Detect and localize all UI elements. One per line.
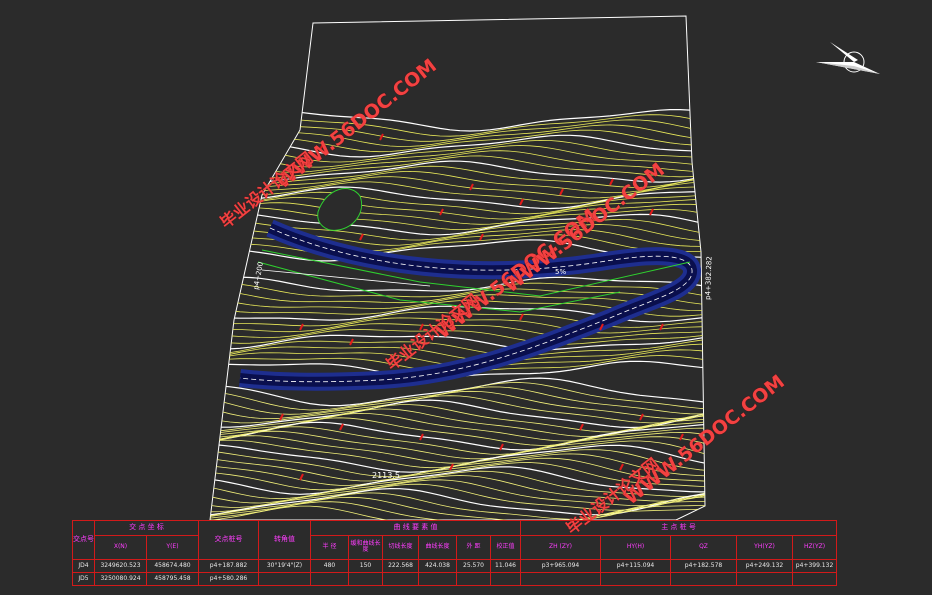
header-angle: 转角值	[258, 519, 311, 561]
tree-marker	[379, 133, 384, 141]
header-curve-elements: 曲 线 要 素 值	[310, 520, 521, 536]
header-seq: 交点号	[72, 519, 95, 561]
header-y: Y(E)	[146, 534, 199, 561]
header-x: X(N)	[94, 534, 147, 561]
cell-curve-length	[418, 571, 457, 587]
tree-marker	[639, 413, 644, 421]
cell-y: 458674.480	[146, 559, 199, 573]
cell-x: 3250080.924	[94, 571, 147, 587]
cell-spiral-length: 150	[348, 559, 383, 573]
cell-station: p4+187.882	[198, 559, 259, 573]
tree-marker	[419, 433, 424, 441]
tree-marker	[279, 413, 284, 421]
tree-marker	[449, 463, 454, 471]
tree-marker	[559, 188, 564, 196]
tree-marker	[469, 183, 474, 191]
cell-qz: p4+182.578	[670, 559, 737, 573]
cell-x: 3249620.523	[94, 559, 147, 573]
header-qz: QZ	[670, 534, 737, 561]
cell-angle: 30°19'4"(Z)	[258, 559, 311, 573]
cell-station: p4+580.286	[198, 571, 259, 587]
header-radius: 半 径	[310, 534, 349, 561]
tree-marker	[299, 473, 304, 481]
header-hy: HY(H)	[600, 534, 671, 561]
north-arrow-icon	[816, 42, 880, 74]
cell-seq: JD5	[72, 571, 95, 587]
cell-radius	[310, 571, 349, 587]
header-station: 交点桩号	[198, 519, 259, 561]
elevation-label: 2113.5	[372, 471, 400, 480]
tree-marker	[349, 338, 354, 346]
tree-marker	[519, 313, 524, 321]
cell-qz	[670, 571, 737, 587]
chainage-left-label: p4+200	[252, 261, 265, 290]
header-external: 外 距	[456, 534, 491, 561]
table-header-row-1: 交点号 交 点 坐 标 交点桩号 转角值 曲 线 要 素 值 主 点 桩 号	[72, 519, 838, 561]
cell-yh: p4+249.132	[736, 559, 793, 573]
contour-line	[210, 386, 705, 415]
cell-hy: p4+115.094	[600, 559, 671, 573]
cell-hz	[791, 571, 838, 587]
cell-spiral-length	[348, 571, 383, 587]
cell-zh	[520, 571, 601, 587]
tree-marker	[609, 178, 614, 186]
table-header-row-2: X(N) Y(E) 半 径 缓和曲线长度 切线长度 曲线长度 外 距 校正值 Z…	[73, 534, 838, 561]
road-grade-label: 5%	[555, 268, 566, 276]
contour-line	[210, 276, 705, 292]
cell-seq: JD4	[72, 559, 95, 573]
header-yh: YH(YZ)	[736, 534, 793, 561]
pond-outline	[317, 188, 362, 231]
cell-radius: 480	[310, 559, 349, 573]
cell-zh: p3+965.094	[520, 559, 601, 573]
contour-line	[210, 395, 705, 424]
header-hz: HZ(YZ)	[791, 534, 838, 561]
cell-y: 458795.458	[146, 571, 199, 587]
table-row: JD4 3249620.523 458674.480 p4+187.882 30…	[72, 559, 838, 573]
contour-line	[210, 129, 705, 153]
cell-correction	[490, 571, 521, 587]
cell-tangent: 222.568	[382, 559, 419, 573]
cell-angle	[258, 571, 311, 587]
tree-marker	[299, 323, 304, 331]
cell-correction: 11.046	[490, 559, 521, 573]
cell-tangent	[382, 571, 419, 587]
curve-elements-table: 交点号 交 点 坐 标 交点桩号 转角值 曲 线 要 素 值 主 点 桩 号 X…	[72, 519, 838, 587]
contour-line	[210, 139, 705, 163]
header-coord: 交 点 坐 标	[94, 520, 199, 536]
tree-marker	[339, 423, 344, 431]
cell-curve-length: 424.038	[418, 559, 457, 573]
header-spiral-length: 缓和曲线长度	[348, 534, 383, 561]
header-main-points: 主 点 桩 号	[519, 520, 838, 536]
tree-marker	[359, 233, 364, 241]
header-zh: ZH (ZY)	[520, 534, 601, 561]
cell-hz: p4+399.132	[791, 559, 838, 573]
tree-marker	[479, 233, 484, 241]
table-row: JD5 3250080.924 458795.458 p4+580.286	[72, 571, 838, 587]
header-tangent: 切线长度	[382, 534, 419, 561]
tree-marker	[579, 423, 584, 431]
contour-line	[210, 114, 705, 137]
cell-hy	[600, 571, 671, 587]
tree-marker	[519, 198, 524, 206]
cell-yh	[736, 571, 793, 587]
header-correction: 校正值	[490, 534, 521, 561]
chainage-right-label: p4+382.282	[704, 256, 714, 300]
header-curve-length: 曲线长度	[418, 534, 457, 561]
tree-marker	[619, 463, 624, 471]
cell-external	[456, 571, 491, 587]
tree-marker	[439, 208, 444, 216]
cell-external: 25.570	[456, 559, 491, 573]
